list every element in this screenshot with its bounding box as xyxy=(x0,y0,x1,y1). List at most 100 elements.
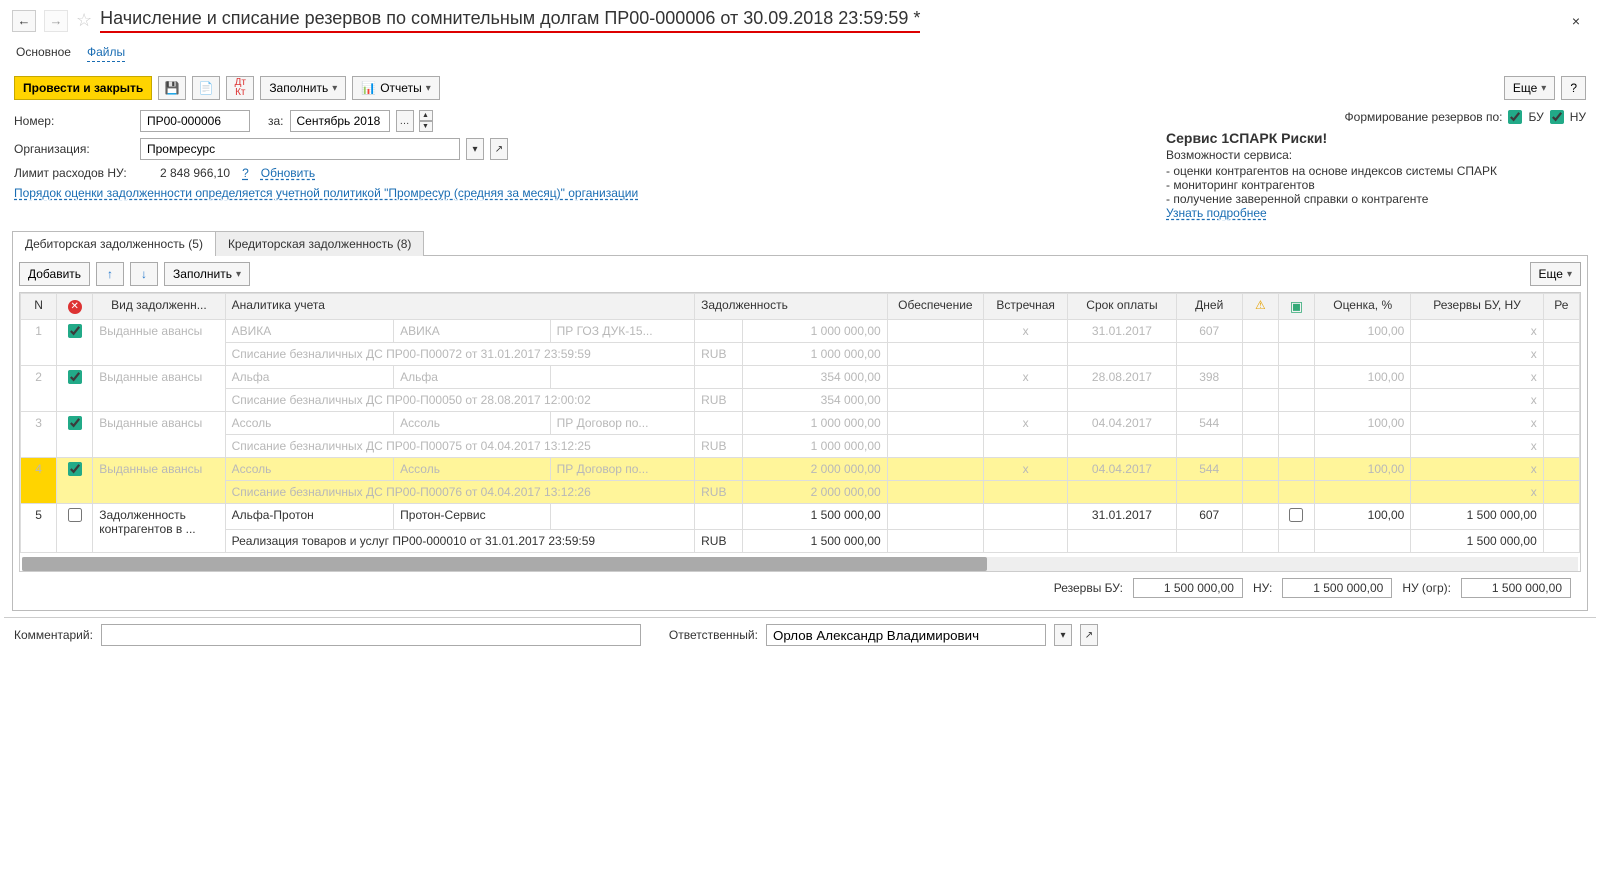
row-checkbox[interactable] xyxy=(68,416,82,430)
fill-button[interactable]: Заполнить xyxy=(260,76,346,100)
post-and-close-button[interactable]: Провести и закрыть xyxy=(14,76,152,100)
row-checkbox[interactable] xyxy=(68,508,82,522)
col-counter[interactable]: Встречная xyxy=(984,294,1068,320)
top-tab-files[interactable]: Файлы xyxy=(87,45,125,62)
row-checkbox-cell[interactable] xyxy=(57,320,93,366)
debt-kind: Выданные авансы xyxy=(93,320,225,366)
org-input[interactable] xyxy=(140,138,460,160)
table-subrow[interactable]: Реализация товаров и услуг ПР00-000010 о… xyxy=(21,530,1580,553)
number-input[interactable] xyxy=(140,110,250,132)
add-row-button[interactable]: Добавить xyxy=(19,262,90,286)
extra-checkbox[interactable] xyxy=(1289,508,1303,522)
col-n[interactable]: N xyxy=(21,294,57,320)
row-checkbox-cell[interactable] xyxy=(57,458,93,504)
col-delete[interactable]: ✕ xyxy=(57,294,93,320)
org-dropdown-button[interactable]: ▾ xyxy=(466,138,484,160)
close-button[interactable]: × xyxy=(1564,13,1588,29)
analytics-3: ПР Договор по... xyxy=(550,412,694,435)
reports-button[interactable]: 📊Отчеты xyxy=(352,76,439,100)
row-number: 4 xyxy=(21,458,57,504)
policy-link[interactable]: Порядок оценки задолженности определяетс… xyxy=(14,186,638,200)
responsible-input[interactable] xyxy=(766,624,1046,646)
col-kind[interactable]: Вид задолженн... xyxy=(93,294,225,320)
nav-forward-button[interactable]: → xyxy=(44,10,68,32)
col-expand[interactable]: ▣ xyxy=(1278,294,1314,320)
debt-table: N ✕ Вид задолженн... Аналитика учета Зад… xyxy=(20,293,1580,553)
sub-currency: RUB xyxy=(695,343,743,366)
table-row[interactable]: 4Выданные авансыАссольАссольПР Договор п… xyxy=(21,458,1580,481)
sub-reserve: x xyxy=(1411,343,1543,366)
more-button[interactable]: Еще xyxy=(1504,76,1555,100)
responsible-open-button[interactable]: ↗ xyxy=(1080,624,1098,646)
row-checkbox[interactable] xyxy=(68,324,82,338)
col-re[interactable]: Ре xyxy=(1543,294,1579,320)
fill-table-button[interactable]: Заполнить xyxy=(164,262,250,286)
col-collat[interactable]: Обеспечение xyxy=(887,294,983,320)
favorite-icon[interactable]: ☆ xyxy=(76,10,92,31)
col-due[interactable]: Срок оплаты xyxy=(1068,294,1176,320)
dtkt-button[interactable]: ДтКт xyxy=(226,76,254,100)
period-down-button[interactable]: ▼ xyxy=(419,121,433,132)
row-checkbox-cell[interactable] xyxy=(57,412,93,458)
period-select-button[interactable]: … xyxy=(396,110,414,132)
table-subrow[interactable]: Списание безналичных ДС ПР00-П00076 от 0… xyxy=(21,481,1580,504)
update-link[interactable]: Обновить xyxy=(261,166,315,180)
extra-checkbox-cell[interactable] xyxy=(1278,412,1314,435)
bu-checkbox[interactable] xyxy=(1508,110,1522,124)
tab-ar[interactable]: Дебиторская задолженность (5) xyxy=(12,231,216,256)
table-more-button[interactable]: Еще xyxy=(1530,262,1581,286)
counter: x xyxy=(984,366,1068,389)
extra-checkbox-cell[interactable] xyxy=(1278,504,1314,530)
analytics-1: Ассоль xyxy=(225,412,394,435)
table-subrow[interactable]: Списание безналичных ДС ПР00-П00072 от 3… xyxy=(21,343,1580,366)
for-label: за: xyxy=(268,114,284,128)
table-row[interactable]: 3Выданные авансыАссольАссольПР Договор п… xyxy=(21,412,1580,435)
col-reserves[interactable]: Резервы БУ, НУ xyxy=(1411,294,1543,320)
sub-description: Списание безналичных ДС ПР00-П00076 от 0… xyxy=(225,481,695,504)
horizontal-scrollbar[interactable] xyxy=(22,557,1578,571)
col-days[interactable]: Дней xyxy=(1176,294,1242,320)
col-analytics[interactable]: Аналитика учета xyxy=(225,294,695,320)
col-warn[interactable]: ⚠ xyxy=(1242,294,1278,320)
move-up-button[interactable]: ↑ xyxy=(96,262,124,286)
row-checkbox-cell[interactable] xyxy=(57,366,93,412)
currency-cell xyxy=(695,504,743,530)
table-row[interactable]: 1Выданные авансыАВИКААВИКАПР ГОЗ ДУК-15.… xyxy=(21,320,1580,343)
help-button[interactable]: ? xyxy=(1561,76,1586,100)
responsible-dropdown-button[interactable]: ▾ xyxy=(1054,624,1072,646)
table-subrow[interactable]: Списание безналичных ДС ПР00-П00050 от 2… xyxy=(21,389,1580,412)
extra-checkbox-cell[interactable] xyxy=(1278,320,1314,343)
sub-currency: RUB xyxy=(695,435,743,458)
table-row[interactable]: 2Выданные авансыАльфаАльфа354 000,00x28.… xyxy=(21,366,1580,389)
post-button[interactable]: 📄 xyxy=(192,76,220,100)
sub-reserve: x xyxy=(1411,481,1543,504)
analytics-2: Ассоль xyxy=(394,458,550,481)
comment-input[interactable] xyxy=(101,624,641,646)
col-debt[interactable]: Задолженность xyxy=(695,294,888,320)
reserve: x xyxy=(1411,366,1543,389)
period-up-button[interactable]: ▲ xyxy=(419,110,433,121)
analytics-3 xyxy=(550,504,694,530)
nu-checkbox[interactable] xyxy=(1550,110,1564,124)
extra-checkbox-cell[interactable] xyxy=(1278,458,1314,481)
reserve: 1 500 000,00 xyxy=(1411,504,1543,530)
nav-back-button[interactable]: ← xyxy=(12,10,36,32)
debt-kind: Выданные авансы xyxy=(93,366,225,412)
extra-checkbox-cell[interactable] xyxy=(1278,366,1314,389)
period-input[interactable] xyxy=(290,110,390,132)
days: 398 xyxy=(1176,366,1242,389)
row-checkbox-cell[interactable] xyxy=(57,504,93,553)
top-tab-main[interactable]: Основное xyxy=(16,45,71,62)
org-open-button[interactable]: ↗ xyxy=(490,138,508,160)
table-subrow[interactable]: Списание безналичных ДС ПР00-П00075 от 0… xyxy=(21,435,1580,458)
limit-help-link[interactable]: ? xyxy=(242,166,249,180)
row-checkbox[interactable] xyxy=(68,370,82,384)
save-button[interactable]: 💾 xyxy=(158,76,186,100)
table-row[interactable]: 5Задолженность контрагентов в ...Альфа-П… xyxy=(21,504,1580,530)
spark-learn-more-link[interactable]: Узнать подробнее xyxy=(1166,206,1267,220)
due-date: 28.08.2017 xyxy=(1068,366,1176,389)
move-down-button[interactable]: ↓ xyxy=(130,262,158,286)
tab-ap[interactable]: Кредиторская задолженность (8) xyxy=(215,231,424,256)
col-eval[interactable]: Оценка, % xyxy=(1315,294,1411,320)
row-checkbox[interactable] xyxy=(68,462,82,476)
